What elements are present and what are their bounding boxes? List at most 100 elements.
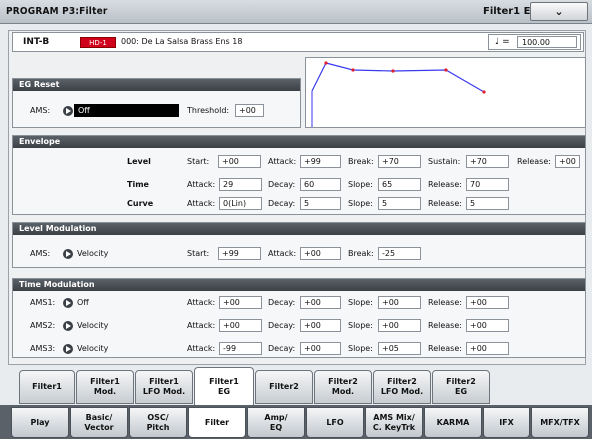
tab-line1: OSC/ xyxy=(147,412,169,422)
ams1-release-field[interactable]: +00 xyxy=(466,296,509,309)
ams2-release-field[interactable]: +00 xyxy=(466,319,509,332)
time-release-field[interactable]: 70 xyxy=(466,178,509,191)
tab-line2: C. KeyTrk xyxy=(372,422,416,432)
eg-reset-ams-field[interactable]: Off xyxy=(74,104,179,117)
ams1-value[interactable]: Off xyxy=(77,298,89,307)
ams3-release-field[interactable]: +00 xyxy=(466,342,509,355)
level-mod-start-field[interactable]: +99 xyxy=(218,247,261,260)
tab-filter1-mod[interactable]: Filter1 Mod. xyxy=(76,370,134,404)
curve-attack-field[interactable]: 0(Lin) xyxy=(219,197,262,210)
ams1-decay-field[interactable]: +00 xyxy=(300,296,341,309)
tab-line1: Filter1 xyxy=(90,377,120,386)
tab-filter2[interactable]: Filter2 xyxy=(255,370,313,404)
ams2-slope-label: Slope: xyxy=(348,321,373,330)
ams3-decay-field[interactable]: +00 xyxy=(300,342,341,355)
ams3-value[interactable]: Velocity xyxy=(77,344,108,353)
popup-arrow-icon[interactable] xyxy=(63,249,73,259)
page-tabs: Filter1 Filter1 Mod. Filter1 LFO Mod. Filt… xyxy=(8,367,586,405)
ams1-label: AMS1: xyxy=(30,298,56,307)
tab-mfx-tfx[interactable]: MFX/TFX xyxy=(531,407,589,438)
curve-decay-field[interactable]: 5 xyxy=(300,197,341,210)
eg-reset-panel: EG Reset xyxy=(12,78,301,128)
tab-filter1[interactable]: Filter1 xyxy=(19,370,75,404)
curve-release-field[interactable]: 5 xyxy=(466,197,509,210)
level-mod-attack-field[interactable]: +00 xyxy=(300,247,341,260)
program-name: 000: De La Salsa Brass Ens 18 xyxy=(121,37,243,46)
tab-filter2-mod[interactable]: Filter2 Mod. xyxy=(314,370,372,404)
time-attack-label: Attack: xyxy=(187,180,216,189)
level-mod-ams-value[interactable]: Velocity xyxy=(77,249,108,258)
level-modulation-header: Level Modulation xyxy=(13,223,585,235)
level-break-field[interactable]: +70 xyxy=(378,155,421,168)
tab-lfo[interactable]: LFO xyxy=(306,407,364,438)
level-attack-label: Attack: xyxy=(268,157,297,166)
level-attack-field[interactable]: +99 xyxy=(300,155,341,168)
ams2-slope-field[interactable]: +00 xyxy=(378,319,421,332)
tab-line1: AMS Mix/ xyxy=(373,412,415,422)
tab-line2: Vector xyxy=(84,422,114,432)
page-menu-button[interactable]: ⌄ xyxy=(530,2,588,21)
tab-line2: EQ xyxy=(269,422,283,432)
time-modulation-header: Time Modulation xyxy=(13,279,585,291)
envelope-header: Envelope xyxy=(13,136,585,148)
popup-arrow-icon[interactable] xyxy=(63,344,73,354)
tab-filter2-lfo-mod[interactable]: Filter2 LFO Mod. xyxy=(373,370,431,404)
tempo-field[interactable]: 100.00 xyxy=(517,36,577,48)
ams1-slope-field[interactable]: +00 xyxy=(378,296,421,309)
group-tabs: Play Basic/Vector OSC/Pitch Filter Amp/E… xyxy=(0,405,592,439)
eg-decay-point xyxy=(351,68,355,72)
eg-graph xyxy=(305,57,586,128)
level-sustain-label: Sustain: xyxy=(428,157,461,166)
level-mod-break-field[interactable]: -25 xyxy=(378,247,421,260)
level-break-label: Break: xyxy=(348,157,374,166)
ams1-attack-label: Attack: xyxy=(187,298,216,307)
tab-line1: Filter xyxy=(204,417,230,427)
popup-arrow-icon[interactable] xyxy=(63,321,73,331)
eg-reset-ams-label: AMS: xyxy=(30,106,51,115)
ams2-label: AMS2: xyxy=(30,321,56,330)
curve-release-label: Release: xyxy=(428,199,462,208)
curve-slope-field[interactable]: 5 xyxy=(378,197,421,210)
ams3-slope-label: Slope: xyxy=(348,344,373,353)
popup-arrow-icon[interactable] xyxy=(63,106,73,116)
tab-basic-vector[interactable]: Basic/Vector xyxy=(70,407,128,438)
curve-decay-label: Decay: xyxy=(268,199,296,208)
ams3-attack-field[interactable]: -99 xyxy=(219,342,262,355)
time-slope-field[interactable]: 65 xyxy=(378,178,421,191)
ams2-attack-field[interactable]: +00 xyxy=(219,319,262,332)
tab-karma[interactable]: KARMA xyxy=(424,407,482,438)
threshold-field[interactable]: +00 xyxy=(235,104,264,117)
program-select[interactable]: INT-B HD-1 000: De La Salsa Brass Ens 18… xyxy=(12,32,584,52)
time-decay-label: Decay: xyxy=(268,180,296,189)
tab-filter2-eg[interactable]: Filter2 EG xyxy=(432,370,490,404)
tab-osc-pitch[interactable]: OSC/Pitch xyxy=(129,407,187,438)
level-row-label: Level xyxy=(127,157,151,166)
curve-row-label: Curve xyxy=(127,199,154,208)
tab-line1: Filter2 xyxy=(387,377,417,386)
level-mod-attack-label: Attack: xyxy=(268,249,297,258)
ams2-value[interactable]: Velocity xyxy=(77,321,108,330)
ams2-release-label: Release: xyxy=(428,321,462,330)
tab-line1: Filter1 xyxy=(149,377,179,386)
tab-ifx[interactable]: IFX xyxy=(483,407,530,438)
ams1-attack-field[interactable]: +00 xyxy=(219,296,262,309)
tab-line1: Filter2 xyxy=(269,382,299,391)
ams2-decay-label: Decay: xyxy=(268,321,296,330)
time-decay-field[interactable]: 60 xyxy=(300,178,341,191)
tab-line1: KARMA xyxy=(436,417,470,427)
level-start-field[interactable]: +00 xyxy=(218,155,261,168)
eg-reset-header: EG Reset xyxy=(13,79,300,91)
popup-arrow-icon[interactable] xyxy=(63,298,73,308)
ams2-decay-field[interactable]: +00 xyxy=(300,319,341,332)
level-sustain-field[interactable]: +70 xyxy=(466,155,509,168)
tab-filter1-eg[interactable]: Filter1 EG xyxy=(194,367,254,405)
level-release-field[interactable]: +00 xyxy=(555,155,580,168)
tab-filter[interactable]: Filter xyxy=(188,407,246,438)
tab-line1: Filter1 xyxy=(32,382,62,391)
tab-filter1-lfo-mod[interactable]: Filter1 LFO Mod. xyxy=(135,370,193,404)
time-attack-field[interactable]: 29 xyxy=(219,178,262,191)
tab-play[interactable]: Play xyxy=(11,407,69,438)
tab-ams-mix[interactable]: AMS Mix/C. KeyTrk xyxy=(365,407,423,438)
ams3-slope-field[interactable]: +05 xyxy=(378,342,421,355)
tab-amp-eq[interactable]: Amp/EQ xyxy=(247,407,305,438)
